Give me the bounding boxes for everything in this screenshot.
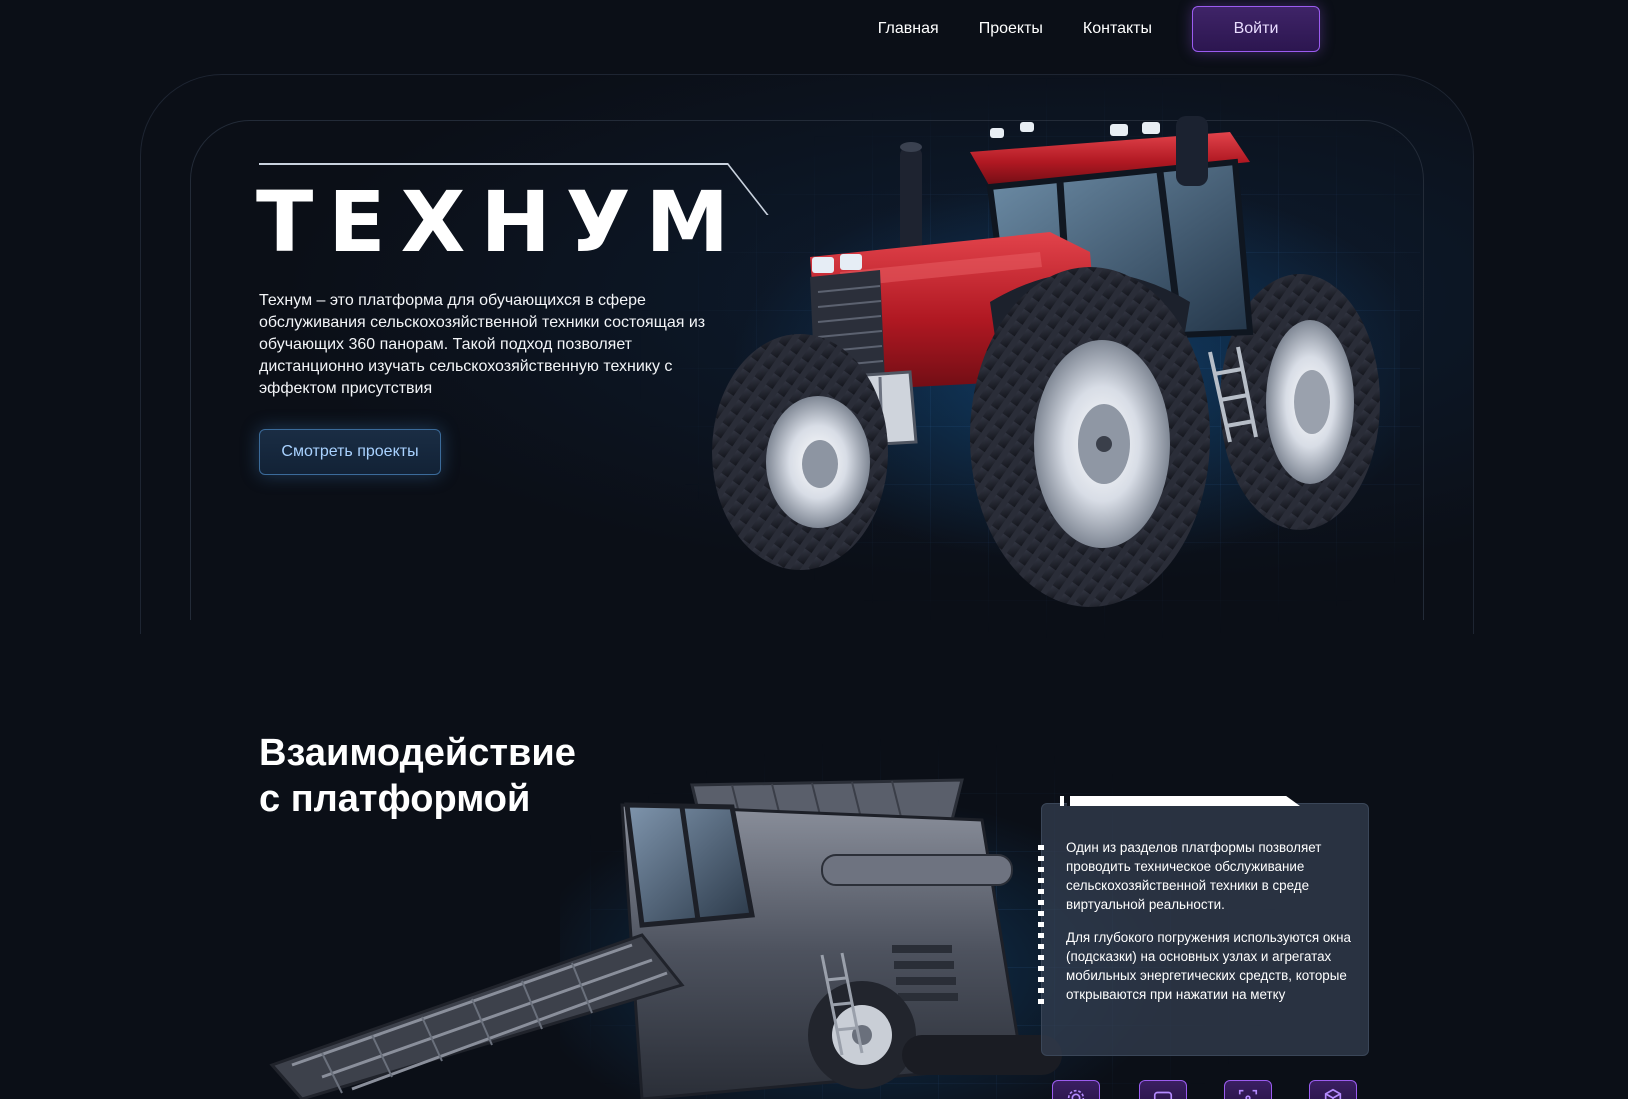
hero-title: ТЕХНУМ xyxy=(256,173,745,271)
info-card-paragraph-1: Один из разделов платформы позволяет про… xyxy=(1066,840,1322,912)
gear-icon xyxy=(1067,1089,1085,1099)
vr-headset-icon-button[interactable] xyxy=(1139,1080,1187,1099)
card-decor-tick xyxy=(1060,796,1064,806)
cube-icon-button[interactable] xyxy=(1309,1080,1357,1099)
nav-link-home[interactable]: Главная xyxy=(878,20,939,38)
top-nav: Главная Проекты Контакты Войти xyxy=(878,6,1320,52)
gear-icon-button[interactable] xyxy=(1052,1080,1100,1099)
view-projects-button[interactable]: Смотреть проекты xyxy=(259,429,441,475)
card-decor-dashes xyxy=(1038,845,1044,1005)
hero-description: Технум – это платформа для обучающихся в… xyxy=(259,292,706,397)
info-card-text: Один из разделов платформы позволяет про… xyxy=(1066,838,1356,1004)
panorama-frame-icon-button[interactable] xyxy=(1224,1080,1272,1099)
vr-headset-icon xyxy=(1153,1091,1173,1099)
login-button[interactable]: Войти xyxy=(1192,6,1320,52)
title-decor-line xyxy=(259,163,702,165)
panorama-frame-icon xyxy=(1238,1089,1258,1099)
combine-harvester-image xyxy=(269,778,1062,1099)
cube-icon xyxy=(1324,1088,1342,1099)
card-decor-bar xyxy=(1070,796,1300,806)
card-decor-gap xyxy=(1067,796,1070,806)
tractor-image xyxy=(712,116,1380,607)
nav-link-contacts[interactable]: Контакты xyxy=(1083,20,1152,38)
nav-link-projects[interactable]: Проекты xyxy=(979,20,1043,38)
info-card-paragraph-2: Для глубокого погружения используются ок… xyxy=(1066,930,1352,1002)
